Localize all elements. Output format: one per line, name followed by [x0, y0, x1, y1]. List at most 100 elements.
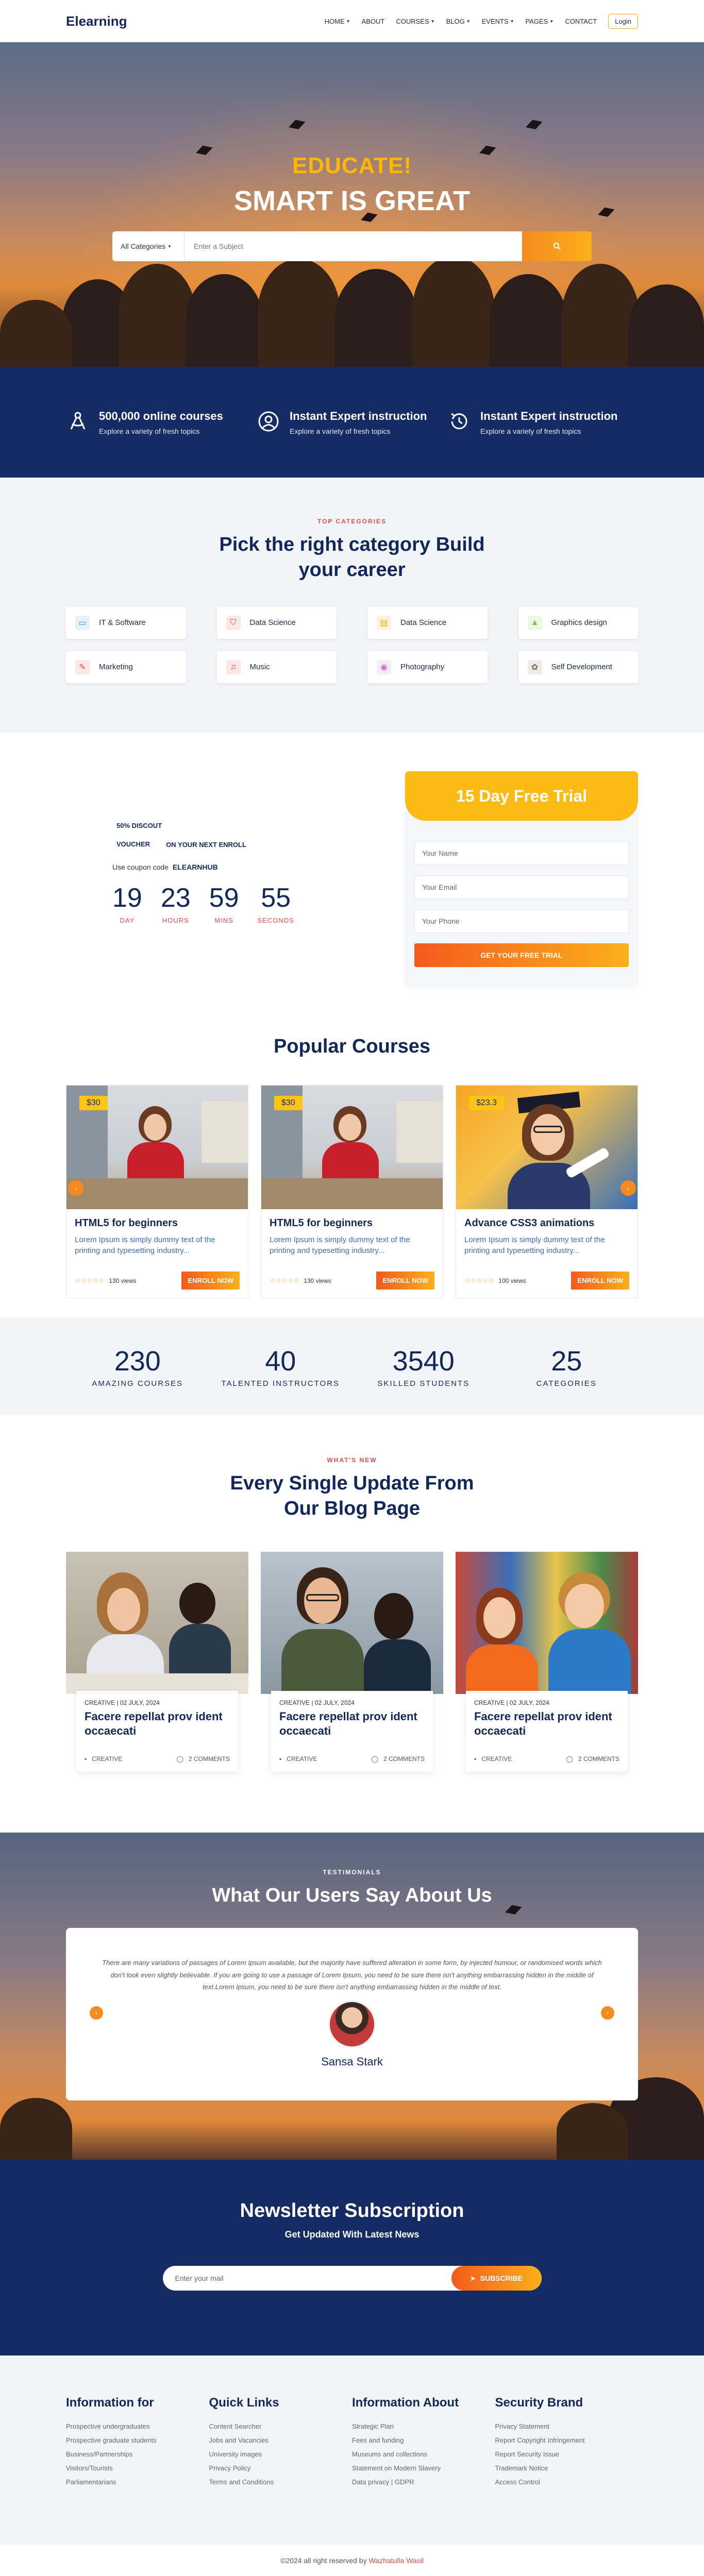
category-card[interactable]: ▲ Graphics design — [518, 606, 638, 639]
price-badge: $23.3 — [469, 1096, 505, 1111]
post-image — [261, 1551, 443, 1694]
email-field[interactable]: Your Email — [414, 875, 629, 899]
footer-link[interactable]: Fees and funding — [352, 2436, 495, 2444]
footer-link[interactable]: Data privacy | GDPR — [352, 2478, 495, 2486]
nav-events[interactable]: EVENTS ▼ — [482, 18, 514, 25]
course-title[interactable]: HTML5 for beginners — [75, 1217, 240, 1229]
history-icon — [447, 410, 471, 433]
categories-section: TOP CATEGORIES Pick the right category B… — [0, 478, 704, 733]
nav-pages[interactable]: PAGES ▼ — [526, 18, 554, 25]
nav-about[interactable]: ABOUT — [362, 18, 385, 25]
footer-link[interactable]: Jobs and Vacancies — [209, 2436, 353, 2444]
post-comments[interactable]: ◯ 2 COMMENTS — [566, 1755, 619, 1762]
section-kicker: TESTIMONIALS — [323, 1869, 381, 1876]
nav-home[interactable]: HOME ▼ — [325, 18, 350, 25]
footer-link[interactable]: Prospective graduate students — [66, 2436, 209, 2444]
camera-icon: ◉ — [377, 659, 391, 674]
post-image — [456, 1551, 638, 1694]
search-button[interactable] — [522, 231, 592, 261]
testimonial-prev-button[interactable]: ‹ — [90, 2006, 103, 2020]
footer-link[interactable]: Access Control — [495, 2478, 639, 2486]
chevron-down-icon: ▼ — [466, 19, 471, 24]
course-title[interactable]: Advance CSS3 animations — [464, 1217, 629, 1229]
stat-courses: 230 AMAZING COURSES — [92, 1345, 183, 1388]
newsletter-section: Newsletter Subscription Get Updated With… — [0, 2160, 704, 2355]
name-field[interactable]: Your Name — [414, 841, 629, 865]
nav-contact[interactable]: CONTACT — [565, 18, 597, 25]
testimonial-author: Sansa Stark — [321, 2055, 383, 2068]
blog-post-card[interactable]: CREATIVE | 02 JULY, 2024 Facere repellat… — [261, 1551, 443, 1772]
login-button[interactable]: Login — [608, 13, 638, 29]
footer-link[interactable]: Prospective undergraduates — [66, 2422, 209, 2430]
star-rating-icon: ☆☆☆☆☆ — [75, 1276, 105, 1284]
footer-link[interactable]: Terms and Conditions — [209, 2478, 353, 2486]
footer-link[interactable]: University images — [209, 2450, 353, 2458]
footer-link[interactable]: Report Copyright Infringement — [495, 2436, 639, 2444]
blog-post-card[interactable]: CREATIVE | 02 JULY, 2024 Facere repellat… — [66, 1551, 248, 1772]
feature-item: Instant Expert instruction Explore a vari… — [447, 410, 638, 435]
footer-link[interactable]: Report Security Issue — [495, 2450, 639, 2458]
enroll-now-button[interactable]: ENROLL NOW — [376, 1272, 434, 1290]
voucher-subtitle: ON YOUR NEXT ENROLL — [166, 840, 246, 849]
landscape-icon: ▲ — [527, 615, 542, 630]
countdown-mins: 59 MINS — [209, 883, 239, 924]
author-link[interactable]: Wazhatulla Wasil — [369, 2556, 424, 2565]
folder-icon: ▪ — [85, 1755, 87, 1762]
phone-field[interactable]: Your Phone — [414, 909, 629, 933]
footer-link[interactable]: Content Searcher — [209, 2422, 353, 2430]
footer-link[interactable]: Business/Partnerships — [66, 2450, 209, 2458]
footer-link[interactable]: Privacy Statement — [495, 2422, 639, 2430]
course-card[interactable]: $23.3 Advance CSS3 animations Lorem Ipsu… — [456, 1085, 638, 1299]
enroll-now-button[interactable]: ENROLL NOW — [181, 1272, 240, 1290]
post-image — [66, 1551, 248, 1694]
category-label: Data Science — [249, 618, 296, 628]
category-card[interactable]: ✎ Marketing — [66, 651, 186, 683]
coupon-code: Use coupon code ELEARNHUB — [112, 862, 218, 871]
footer-link[interactable]: Privacy Policy — [209, 2464, 353, 2472]
post-category: ▪ CREATIVE — [279, 1755, 317, 1762]
comment-icon: ◯ — [566, 1755, 573, 1762]
category-card[interactable]: ✿ Self Development — [518, 651, 638, 683]
main-menu: HOME ▼ ABOUT COURSES ▼ BLOG ▼ EVENTS ▼ PAGES… — [313, 13, 638, 29]
subject-search-input[interactable] — [185, 231, 522, 261]
view-count: 130 views — [304, 1277, 331, 1284]
shield-icon: ⛉ — [226, 615, 241, 630]
footer-link[interactable]: Visitors/Tourists — [66, 2464, 209, 2472]
category-card[interactable]: ⛉ Data Science — [216, 606, 337, 639]
newsletter-form: Enter your mail ➤ SUBSCRIBE — [162, 2266, 542, 2291]
post-comments[interactable]: ◯ 2 COMMENTS — [372, 1755, 425, 1762]
post-title[interactable]: Facere repellat prov ident occaecati — [76, 1706, 238, 1739]
post-comments[interactable]: ◯ 2 COMMENTS — [177, 1755, 230, 1762]
post-title[interactable]: Facere repellat prov ident occaecati — [271, 1706, 433, 1739]
enroll-now-button[interactable]: ENROLL NOW — [571, 1272, 629, 1290]
site-logo[interactable]: Elearning — [66, 13, 127, 29]
post-title[interactable]: Facere repellat prov ident occaecati — [466, 1706, 628, 1739]
feature-item: 500,000 online courses Explore a variety … — [66, 410, 257, 435]
discount-voucher: 50% DISCOUT VOUCHER ON YOUR NEXT ENROLL U… — [66, 733, 370, 1003]
monitor-icon: ▭ — [75, 615, 90, 630]
course-card[interactable]: $30 HTML5 for beginners Lorem Ipsum is s… — [66, 1085, 248, 1299]
footer-link[interactable]: Strategic Plan — [352, 2422, 495, 2430]
nav-blog[interactable]: BLOG ▼ — [446, 18, 471, 25]
category-dropdown[interactable]: All Categories ▼ — [112, 231, 185, 261]
category-card[interactable]: ▭ IT & Software — [66, 606, 186, 639]
testimonial-next-button[interactable]: › — [601, 2006, 614, 2020]
course-title[interactable]: HTML5 for beginners — [270, 1217, 434, 1229]
category-card[interactable]: ◉ Photography — [367, 651, 488, 683]
post-category: ▪ CREATIVE — [474, 1755, 512, 1762]
view-count: 100 views — [498, 1277, 526, 1284]
footer-link[interactable]: Parliamentarians — [66, 2478, 209, 2486]
nav-courses[interactable]: COURSES ▼ — [396, 18, 434, 25]
newsletter-email-input[interactable]: Enter your mail — [163, 2266, 451, 2291]
compass-icon — [66, 410, 90, 433]
footer-link[interactable]: Trademark Notice — [495, 2464, 639, 2472]
subscribe-button[interactable]: ➤ SUBSCRIBE — [451, 2266, 542, 2291]
footer-link[interactable]: Museums and collections — [352, 2450, 495, 2458]
footer-link[interactable]: Statement on Modern Slavery — [352, 2464, 495, 2472]
category-card[interactable]: ♫ Music — [216, 651, 337, 683]
newsletter-subtitle: Get Updated With Latest News — [284, 2229, 420, 2240]
blog-post-card[interactable]: CREATIVE | 02 JULY, 2024 Facere repellat… — [456, 1551, 638, 1772]
get-free-trial-button[interactable]: GET YOUR FREE TRIAL — [414, 943, 629, 967]
category-card[interactable]: ▤ Data Science — [367, 606, 488, 639]
course-card[interactable]: $30 HTML5 for beginners Lorem Ipsum is s… — [261, 1085, 443, 1299]
